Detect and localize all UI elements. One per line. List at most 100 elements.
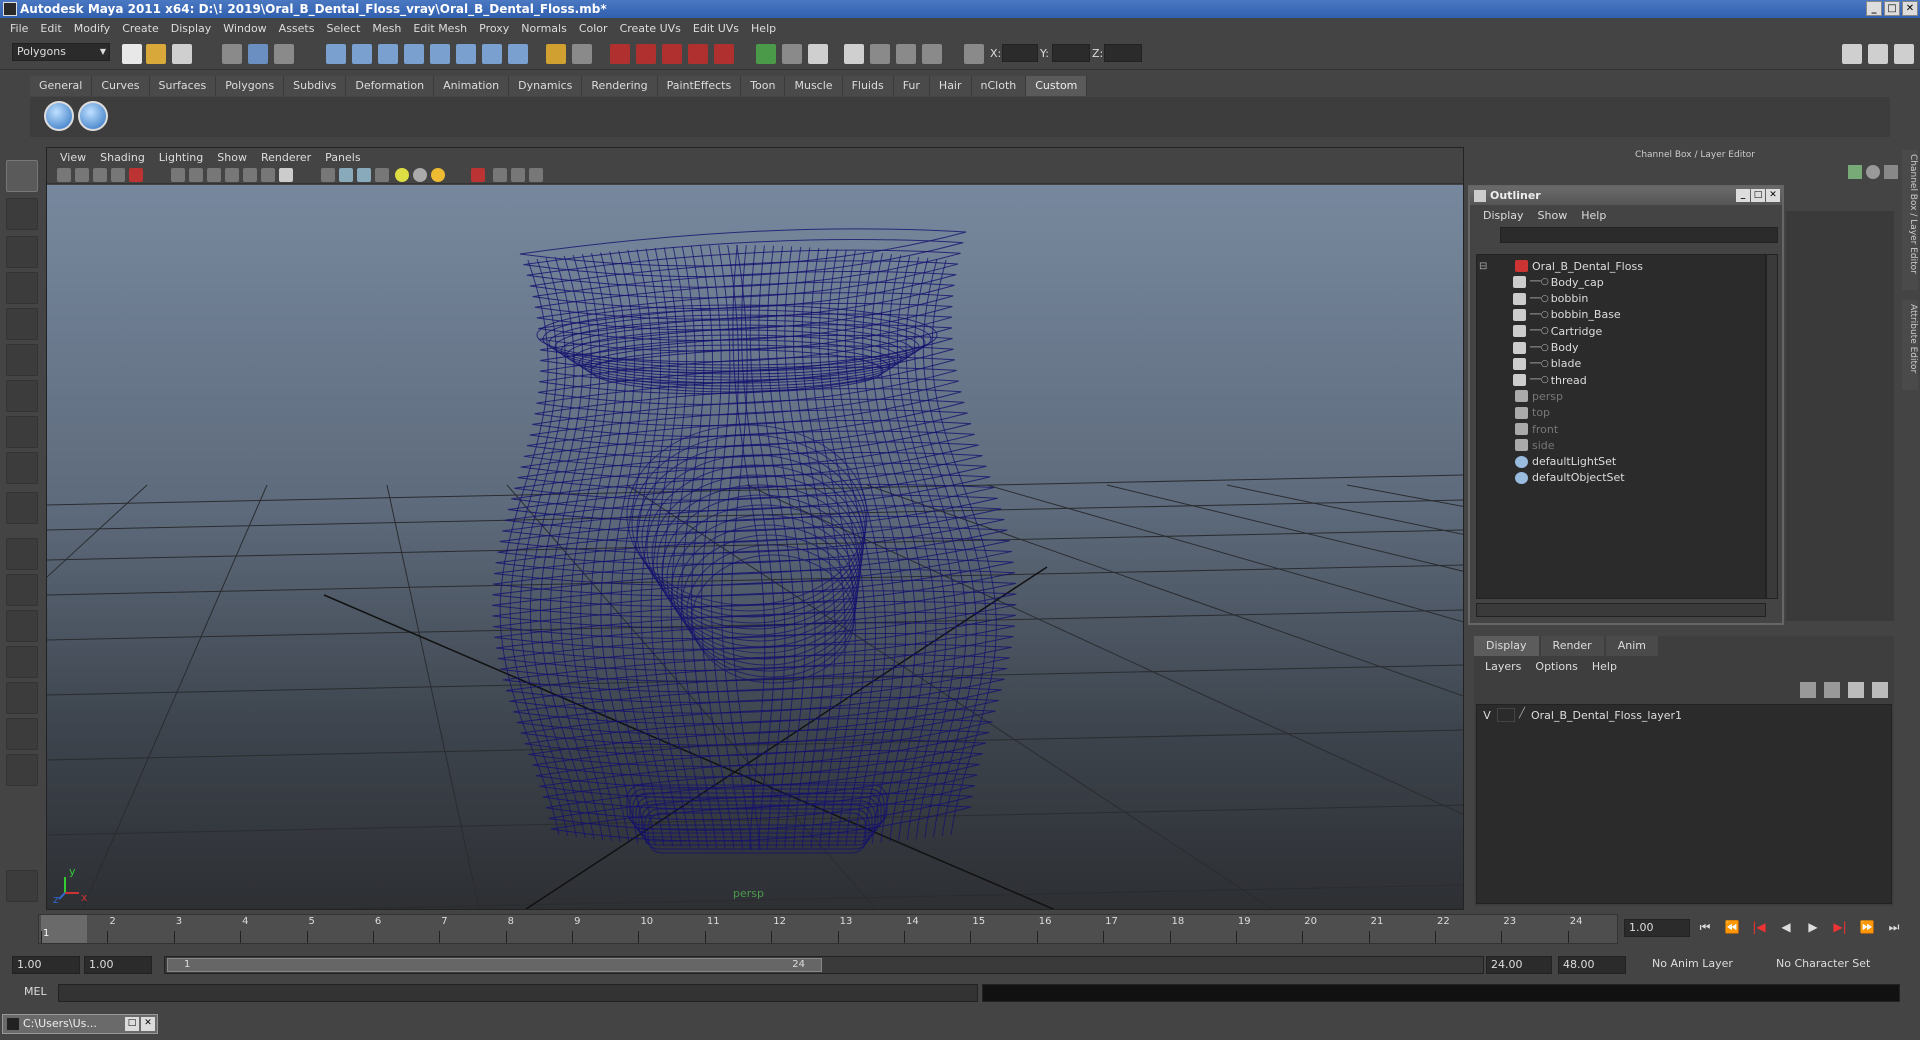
show-toolsettings-icon[interactable] [782, 44, 802, 64]
use-all-lights-icon[interactable] [395, 168, 409, 182]
pin-icon[interactable] [1884, 165, 1898, 179]
universal-manipulator-icon[interactable] [6, 380, 38, 412]
shelf-tab-ncloth[interactable]: nCloth [971, 76, 1027, 96]
menu-display[interactable]: Display [165, 22, 218, 35]
menu-create[interactable]: Create [116, 22, 165, 35]
isolate-select-icon[interactable] [471, 168, 485, 182]
safe-action-icon[interactable] [261, 168, 275, 182]
vp-menu-show[interactable]: Show [210, 151, 254, 164]
snap-grid-icon[interactable] [326, 44, 346, 64]
last-tool-icon[interactable] [6, 492, 38, 524]
outliner-menu-help[interactable]: Help [1574, 209, 1613, 222]
shelf-check-icon[interactable] [44, 101, 74, 131]
vp-menu-shading[interactable]: Shading [93, 151, 152, 164]
high-quality-icon[interactable] [431, 168, 445, 182]
persp-graph-hypershade-layout-icon[interactable] [6, 718, 38, 750]
layer-menu-options[interactable]: Options [1528, 660, 1584, 673]
shelf-tab-deformation[interactable]: Deformation [346, 76, 435, 96]
layer-visibility-toggle[interactable]: V [1477, 709, 1497, 722]
menu-mesh[interactable]: Mesh [366, 22, 407, 35]
shelf-tab-rendering[interactable]: Rendering [582, 76, 658, 96]
numeric-input-icon[interactable] [964, 44, 984, 64]
vp-menu-view[interactable]: View [53, 151, 93, 164]
anim-layer-dropdown[interactable]: No Anim Layer [1648, 956, 1758, 974]
outliner-item[interactable]: front [1477, 420, 1558, 438]
outliner-item[interactable]: defaultLightSet [1477, 453, 1616, 471]
go-to-start-icon[interactable]: ⏮ [1696, 918, 1714, 936]
shelf-tab-surfaces[interactable]: Surfaces [149, 76, 217, 96]
end-time-field[interactable]: 48.00 [1558, 956, 1626, 974]
outliner-item[interactable]: ──○ bobbin [1477, 290, 1588, 308]
wireframe-on-shaded-icon[interactable] [357, 168, 371, 182]
playback-start-field[interactable]: 1.00 [84, 956, 152, 974]
absolute-transform-icon[interactable] [870, 44, 890, 64]
history-icon[interactable] [456, 44, 476, 64]
rename-icon[interactable] [922, 44, 942, 64]
film-gate-icon[interactable] [189, 168, 203, 182]
outliner-item[interactable]: ──○ blade [1477, 355, 1581, 373]
shadows-icon[interactable] [413, 168, 427, 182]
menu-modify[interactable]: Modify [68, 22, 116, 35]
shelf-tab-painteffects[interactable]: PaintEffects [657, 76, 742, 96]
step-forward-key-icon[interactable]: ⏩ [1858, 918, 1876, 936]
shelf-tab-muscle[interactable]: Muscle [785, 76, 843, 96]
scale-tool-icon[interactable] [6, 344, 38, 376]
step-back-frame-icon[interactable]: |◀ [1750, 918, 1768, 936]
xray-components-icon[interactable] [529, 168, 543, 182]
menu-create-uvs[interactable]: Create UVs [614, 22, 687, 35]
move-layer-down-icon[interactable] [1824, 682, 1840, 698]
outliner-item[interactable]: ⊟ Oral_B_Dental_Floss [1477, 257, 1643, 275]
new-scene-icon[interactable] [122, 44, 142, 64]
open-scene-icon[interactable] [146, 44, 166, 64]
image-plane-icon[interactable] [93, 168, 107, 182]
outliner-vertical-scrollbar[interactable] [1766, 254, 1778, 599]
menu-edit-uvs[interactable]: Edit UVs [687, 22, 745, 35]
snap-curve-icon[interactable] [352, 44, 372, 64]
shelf-tab-toon[interactable]: Toon [741, 76, 786, 96]
module-selector[interactable]: Polygons ▼ [12, 43, 110, 61]
minimize-button[interactable]: _ [1866, 1, 1882, 16]
menu-select[interactable]: Select [320, 22, 366, 35]
outliner-item[interactable]: ──○ Body_cap [1477, 273, 1604, 291]
shelf-tab-fur[interactable]: Fur [893, 76, 930, 96]
new-layer-icon[interactable] [1848, 682, 1864, 698]
hypershade-icon[interactable] [688, 44, 708, 64]
layout-options-icon[interactable] [6, 754, 38, 786]
character-set-dropdown[interactable]: No Character Set [1772, 956, 1882, 974]
snap-point-icon[interactable] [378, 44, 398, 64]
safe-title-icon[interactable] [279, 168, 293, 182]
snap-surface-icon[interactable] [430, 44, 450, 64]
lock-icon[interactable] [546, 44, 566, 64]
relative-transform-icon[interactable] [896, 44, 916, 64]
outliner-list[interactable]: ⊟ Oral_B_Dental_Floss ──○ Body_cap ──○ bobbin… [1476, 254, 1766, 599]
construction-icon[interactable] [482, 44, 502, 64]
persp-outliner-layout-icon[interactable] [6, 610, 38, 642]
outliner-item[interactable]: persp [1477, 387, 1563, 405]
layer-menu-layers[interactable]: Layers [1478, 660, 1528, 673]
side-tab-attribute-editor[interactable]: Attribute Editor [1902, 300, 1918, 390]
layer-color-icon[interactable]: ╱ [1519, 708, 1529, 722]
tool-settings-toggle-icon[interactable] [1868, 44, 1888, 64]
layer-type-toggle[interactable] [1497, 708, 1515, 722]
grease-pencil-icon[interactable] [129, 168, 143, 182]
y-field[interactable] [1052, 44, 1090, 62]
ipr-render-icon[interactable] [636, 44, 656, 64]
render-frame-icon[interactable] [610, 44, 630, 64]
camera-attributes-icon[interactable] [57, 168, 71, 182]
shelf-tab-subdivs[interactable]: Subdivs [284, 76, 347, 96]
select-component-icon[interactable] [274, 44, 294, 64]
snap-plane-icon[interactable] [404, 44, 424, 64]
select-tool-icon[interactable] [6, 160, 38, 192]
layer-tab-anim[interactable]: Anim [1605, 636, 1658, 656]
menu-color[interactable]: Color [573, 22, 614, 35]
layer-menu-help[interactable]: Help [1585, 660, 1624, 673]
maximize-button[interactable]: □ [1884, 1, 1900, 16]
range-slider-handle[interactable]: 1 24 [167, 958, 822, 972]
select-object-icon[interactable] [248, 44, 268, 64]
selection-mask-icon[interactable] [572, 44, 592, 64]
minimized-restore-button[interactable]: □ [125, 1017, 139, 1031]
outliner-item[interactable]: defaultObjectSet [1477, 469, 1625, 487]
layer-row[interactable]: V ╱ Oral_B_Dental_Floss_layer1 [1477, 705, 1891, 725]
viewport-scene[interactable]: y x z persp [47, 185, 1463, 909]
range-slider-track[interactable]: 1 24 [164, 956, 1484, 974]
